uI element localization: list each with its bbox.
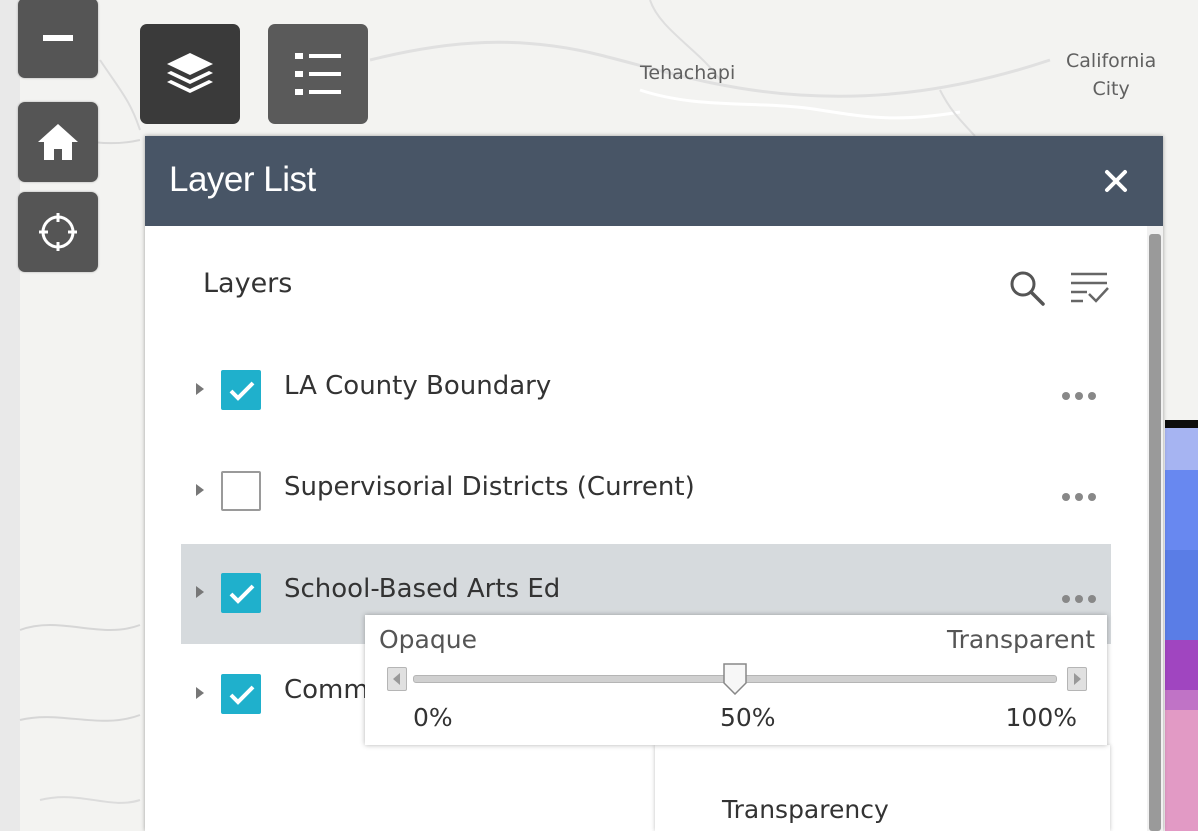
- strip-band: [1165, 710, 1198, 831]
- layer-row[interactable]: Supervisorial Districts (Current): [181, 442, 1111, 542]
- panel-scrollbar[interactable]: [1147, 226, 1163, 831]
- checkmark-icon: [229, 685, 255, 705]
- layer-row[interactable]: LA County Boundary: [181, 341, 1111, 441]
- layers-heading: Layers: [203, 268, 293, 299]
- layer-label: Comm: [284, 675, 369, 705]
- strip-band: [1165, 428, 1198, 470]
- layers-icon: [167, 53, 213, 93]
- strip-band: [1165, 420, 1198, 428]
- scrollbar-thumb[interactable]: [1149, 234, 1161, 831]
- arrow-right-icon: [1074, 673, 1081, 685]
- home-icon: [38, 124, 78, 160]
- locate-icon: [39, 213, 77, 251]
- slider-right-label: Transparent: [946, 625, 1095, 654]
- locate-button[interactable]: [18, 192, 98, 272]
- legend-widget-button[interactable]: [268, 24, 368, 124]
- slider-decrement-button[interactable]: [387, 667, 407, 691]
- layer-visibility-checkbox[interactable]: [221, 674, 261, 714]
- more-options-icon[interactable]: [1062, 486, 1101, 505]
- search-icon[interactable]: [1007, 268, 1047, 308]
- more-options-icon[interactable]: [1062, 588, 1101, 607]
- expand-arrow-icon[interactable]: [196, 586, 204, 598]
- legend-list-icon: [295, 53, 341, 95]
- expand-arrow-icon[interactable]: [196, 687, 204, 699]
- strip-band: [1165, 470, 1198, 550]
- checkmark-icon: [229, 584, 255, 604]
- filter-icon[interactable]: [1067, 266, 1111, 310]
- map-place-label: Tehachapi: [640, 62, 736, 84]
- layer-label: School-Based Arts Ed: [284, 574, 561, 604]
- minus-icon: [43, 35, 73, 41]
- panel-title: Layer List: [169, 160, 316, 199]
- close-icon[interactable]: [1099, 164, 1133, 198]
- zoom-out-button[interactable]: [18, 0, 98, 78]
- layer-label: Supervisorial Districts (Current): [284, 472, 695, 502]
- expand-arrow-icon[interactable]: [196, 484, 204, 496]
- home-button[interactable]: [18, 102, 98, 182]
- layer-label: LA County Boundary: [284, 371, 552, 401]
- slider-thumb[interactable]: [723, 663, 747, 695]
- map-place-label: California City: [1066, 50, 1157, 100]
- slider-left-label: Opaque: [379, 625, 477, 654]
- transparency-slider-popup: Opaque Transparent 0% 50% 100%: [365, 615, 1107, 745]
- layer-visibility-checkbox[interactable]: [221, 573, 261, 613]
- more-options-icon[interactable]: [1062, 385, 1101, 404]
- menu-item-transparency[interactable]: Transparency: [722, 795, 889, 824]
- slider-mid-label: 50%: [720, 703, 776, 732]
- layer-visibility-checkbox[interactable]: [221, 471, 261, 511]
- strip-band: [1165, 690, 1198, 710]
- layer-options-menu: Transparency: [655, 745, 1110, 831]
- slider-min-label: 0%: [413, 703, 453, 732]
- strip-band: [1165, 550, 1198, 640]
- expand-arrow-icon[interactable]: [196, 383, 204, 395]
- layers-widget-button[interactable]: [140, 24, 240, 124]
- strip-band: [1165, 640, 1198, 690]
- slider-increment-button[interactable]: [1067, 667, 1087, 691]
- layer-visibility-checkbox[interactable]: [221, 370, 261, 410]
- slider-max-label: 100%: [1005, 703, 1077, 732]
- arrow-left-icon: [393, 673, 400, 685]
- checkmark-icon: [229, 381, 255, 401]
- map-layer-strip: [1165, 420, 1198, 831]
- panel-header: Layer List: [145, 136, 1163, 226]
